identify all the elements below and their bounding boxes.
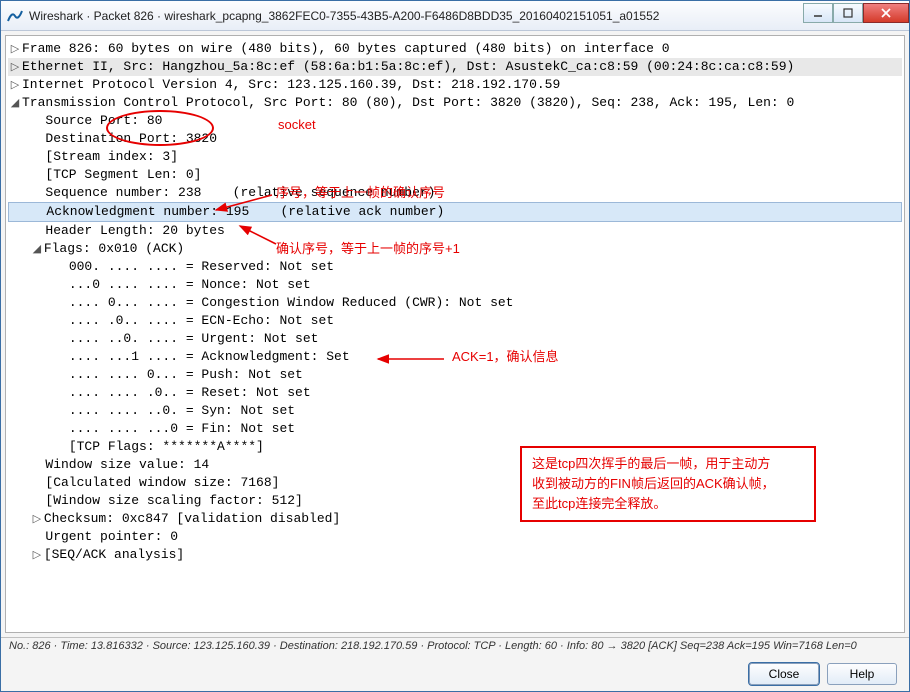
tcp-row[interactable]: ◢Transmission Control Protocol, Src Port…	[8, 94, 902, 112]
maximize-button[interactable]	[833, 3, 863, 23]
expand-icon[interactable]: ▷	[8, 58, 22, 76]
dst-port-row[interactable]: Destination Port: 3820	[8, 130, 902, 148]
flag-ack-row[interactable]: .... ...1 .... = Acknowledgment: Set	[8, 348, 902, 366]
flags-text: Flags: 0x010 (ACK)	[44, 241, 184, 256]
close-window-button[interactable]	[863, 3, 909, 23]
flag-syn-row[interactable]: .... .... ..0. = Syn: Not set	[8, 402, 902, 420]
ethernet-row[interactable]: ▷Ethernet II, Src: Hangzhou_5a:8c:ef (58…	[8, 58, 902, 76]
packet-details-window: Wireshark · Packet 826 · wireshark_pcapn…	[0, 0, 910, 692]
ack-row[interactable]: Acknowledgment number: 195 (relative ack…	[8, 202, 902, 222]
seqack-row[interactable]: ▷[SEQ/ACK analysis]	[8, 546, 902, 564]
titlebar: Wireshark · Packet 826 · wireshark_pcapn…	[1, 1, 909, 31]
flag-reserved-row[interactable]: 000. .... .... = Reserved: Not set	[8, 258, 902, 276]
urgptr-text: Urgent pointer: 0	[45, 529, 178, 544]
collapse-icon[interactable]: ◢	[8, 94, 22, 112]
help-button[interactable]: Help	[827, 663, 897, 685]
flag-text: ...0 .... .... = Nonce: Not set	[69, 277, 311, 292]
wireshark-icon	[7, 8, 23, 24]
window-controls	[803, 8, 909, 23]
ip-text: Internet Protocol Version 4, Src: 123.12…	[22, 77, 560, 92]
src-port-text: Source Port: 80	[45, 113, 162, 128]
flag-fin-row[interactable]: .... .... ...0 = Fin: Not set	[8, 420, 902, 438]
ip-row[interactable]: ▷Internet Protocol Version 4, Src: 123.1…	[8, 76, 902, 94]
flag-text: .... 0... .... = Congestion Window Reduc…	[69, 295, 514, 310]
expand-icon[interactable]: ▷	[8, 76, 22, 94]
src-port-row[interactable]: Source Port: 80	[8, 112, 902, 130]
ack-text: Acknowledgment number: 195 (relative ack…	[46, 204, 444, 219]
flag-text: .... .... ...0 = Fin: Not set	[69, 421, 295, 436]
button-bar: Close Help	[1, 657, 909, 691]
expand-icon[interactable]: ▷	[8, 40, 22, 58]
annotation-box-line: 这是tcp四次挥手的最后一帧，用于主动方	[532, 454, 804, 474]
stream-text: [Stream index: 3]	[45, 149, 178, 164]
hdrlen-row[interactable]: Header Length: 20 bytes	[8, 222, 902, 240]
seq-row[interactable]: Sequence number: 238 (relative sequence …	[8, 184, 902, 202]
stream-row[interactable]: [Stream index: 3]	[8, 148, 902, 166]
flag-cwr-row[interactable]: .... 0... .... = Congestion Window Reduc…	[8, 294, 902, 312]
seqack-text: [SEQ/ACK analysis]	[44, 547, 184, 562]
collapse-icon[interactable]: ◢	[30, 240, 44, 258]
flag-text: .... .... .0.. = Reset: Not set	[69, 385, 311, 400]
flag-text: 000. .... .... = Reserved: Not set	[69, 259, 334, 274]
packet-tree-pane[interactable]: ▷Frame 826: 60 bytes on wire (480 bits),…	[5, 35, 905, 633]
seglen-row[interactable]: [TCP Segment Len: 0]	[8, 166, 902, 184]
flag-text: [TCP Flags: *******A****]	[69, 439, 264, 454]
close-button[interactable]: Close	[749, 663, 819, 685]
expand-icon[interactable]: ▷	[30, 510, 44, 528]
flag-urg-row[interactable]: .... ..0. .... = Urgent: Not set	[8, 330, 902, 348]
annotation-box: 这是tcp四次挥手的最后一帧，用于主动方 收到被动方的FIN帧后返回的ACK确认…	[520, 446, 816, 522]
window-title: Wireshark · Packet 826 · wireshark_pcapn…	[29, 9, 803, 23]
seq-text: Sequence number: 238 (relative sequence …	[45, 185, 435, 200]
eth-text: Ethernet II, Src: Hangzhou_5a:8c:ef (58:…	[22, 59, 794, 74]
minimize-button[interactable]	[803, 3, 833, 23]
flags-row[interactable]: ◢Flags: 0x010 (ACK)	[8, 240, 902, 258]
tcp-text: Transmission Control Protocol, Src Port:…	[22, 95, 794, 110]
chk-text: Checksum: 0xc847 [validation disabled]	[44, 511, 340, 526]
flag-nonce-row[interactable]: ...0 .... .... = Nonce: Not set	[8, 276, 902, 294]
dst-port-text: Destination Port: 3820	[45, 131, 217, 146]
flag-text: .... .0.. .... = ECN-Echo: Not set	[69, 313, 334, 328]
flag-psh-row[interactable]: .... .... 0... = Push: Not set	[8, 366, 902, 384]
win-text: Window size value: 14	[45, 457, 209, 472]
scale-text: [Window size scaling factor: 512]	[45, 493, 302, 508]
annotation-box-line: 收到被动方的FIN帧后返回的ACK确认帧，	[532, 474, 804, 494]
calcwin-text: [Calculated window size: 7168]	[45, 475, 279, 490]
frame-text: Frame 826: 60 bytes on wire (480 bits), …	[22, 41, 670, 56]
flag-rst-row[interactable]: .... .... .0.. = Reset: Not set	[8, 384, 902, 402]
urgptr-row[interactable]: Urgent pointer: 0	[8, 528, 902, 546]
hdrlen-text: Header Length: 20 bytes	[45, 223, 224, 238]
status-bar: No.: 826 · Time: 13.816332 · Source: 123…	[1, 637, 909, 657]
seglen-text: [TCP Segment Len: 0]	[45, 167, 201, 182]
frame-row[interactable]: ▷Frame 826: 60 bytes on wire (480 bits),…	[8, 40, 902, 58]
flag-ecn-row[interactable]: .... .0.. .... = ECN-Echo: Not set	[8, 312, 902, 330]
flag-text: .... .... 0... = Push: Not set	[69, 367, 303, 382]
flag-text: .... .... ..0. = Syn: Not set	[69, 403, 295, 418]
annotation-box-line: 至此tcp连接完全释放。	[532, 494, 804, 514]
flag-text: .... ...1 .... = Acknowledgment: Set	[69, 349, 350, 364]
expand-icon[interactable]: ▷	[30, 546, 44, 564]
flag-text: .... ..0. .... = Urgent: Not set	[69, 331, 319, 346]
